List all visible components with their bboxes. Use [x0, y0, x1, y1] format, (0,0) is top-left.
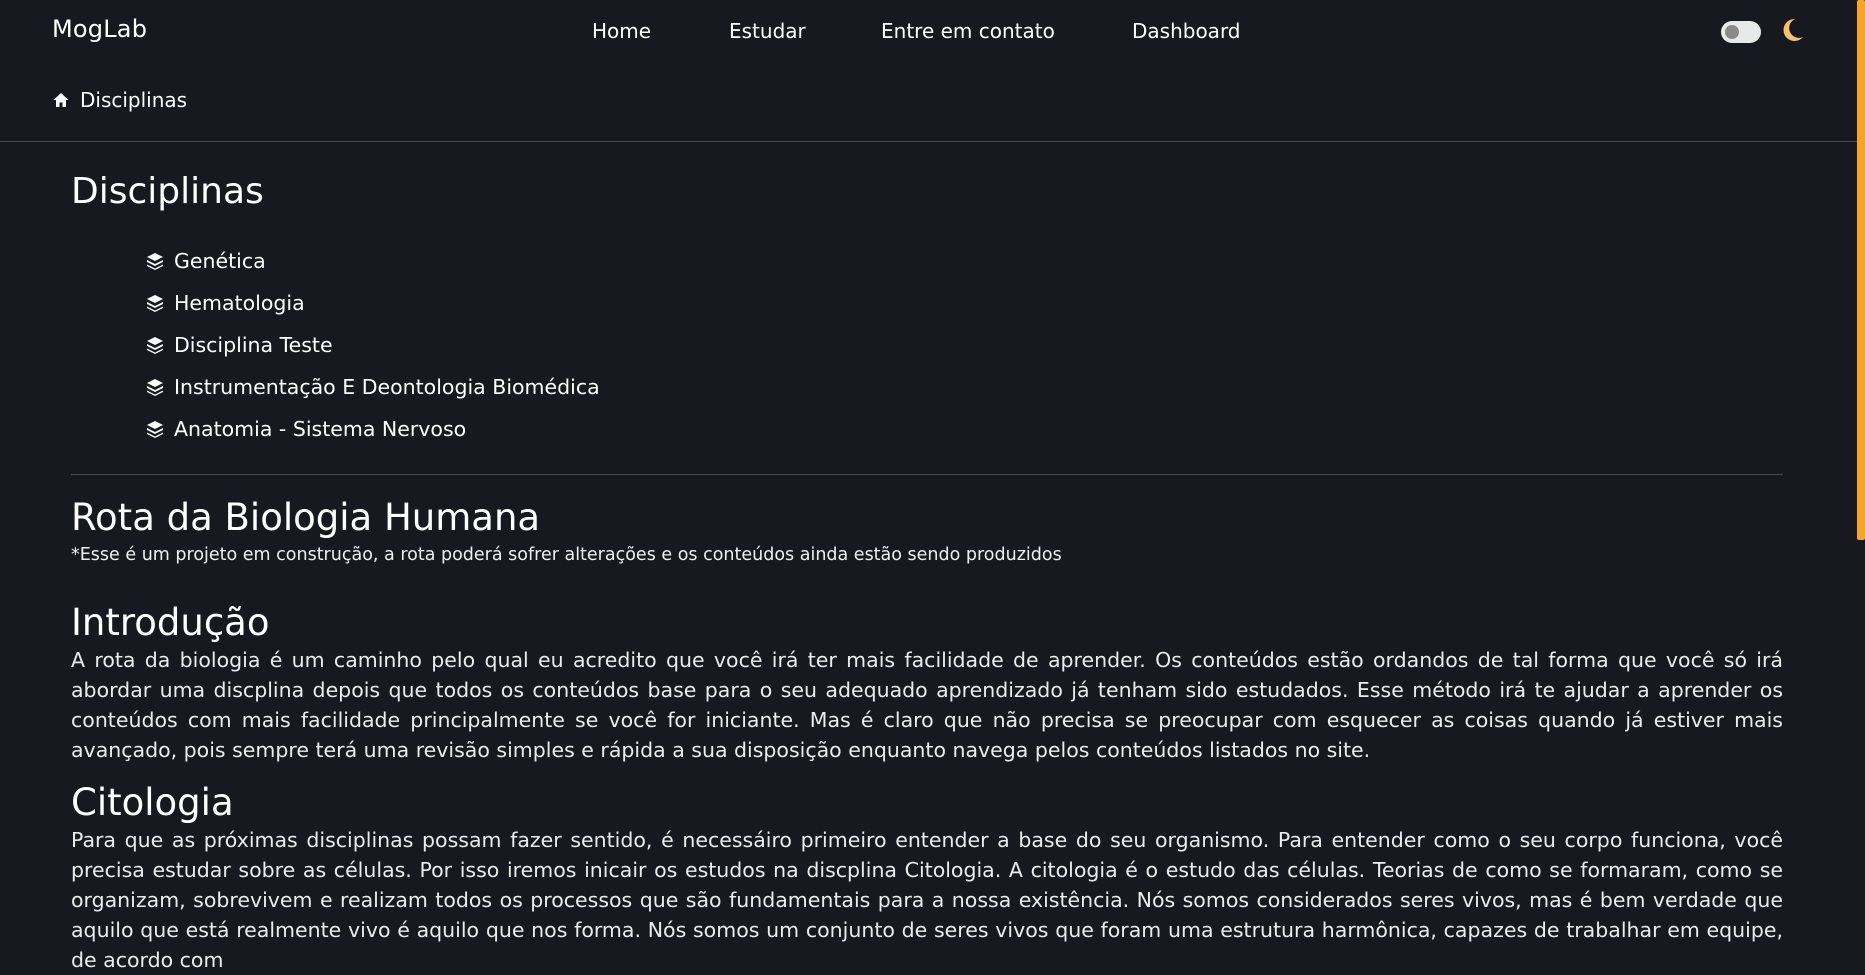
- disciplina-label: Instrumentação E Deontologia Biomédica: [174, 375, 600, 399]
- list-item[interactable]: Anatomia - Sistema Nervoso: [145, 408, 1783, 450]
- scrollbar-thumb[interactable]: [1857, 0, 1865, 540]
- nav-link-dashboard[interactable]: Dashboard: [1132, 19, 1241, 43]
- books-icon: [147, 379, 163, 396]
- rota-note: *Esse é um projeto em construção, a rota…: [71, 545, 1062, 565]
- list-item[interactable]: Hematologia: [145, 282, 1783, 324]
- breadcrumb-label[interactable]: Disciplinas: [80, 88, 187, 112]
- disciplina-label: Disciplina Teste: [174, 333, 333, 357]
- disciplina-label: Hematologia: [174, 291, 305, 315]
- list-item[interactable]: Genética: [145, 240, 1783, 282]
- theme-toggle[interactable]: [1721, 21, 1761, 43]
- breadcrumb: Disciplinas: [52, 88, 187, 112]
- section-divider: [71, 474, 1783, 475]
- introducao-title: Introdução: [71, 601, 270, 644]
- nav-link-estudar[interactable]: Estudar: [729, 19, 806, 43]
- books-icon: [147, 295, 163, 312]
- disciplina-label: Genética: [174, 249, 266, 273]
- books-icon: [147, 253, 163, 270]
- nav-link-home[interactable]: Home: [592, 19, 651, 43]
- list-item[interactable]: Instrumentação E Deontologia Biomédica: [145, 366, 1783, 408]
- moon-icon[interactable]: [1778, 16, 1806, 44]
- list-item[interactable]: Disciplina Teste: [145, 324, 1783, 366]
- disciplinas-title: Disciplinas: [71, 171, 264, 212]
- main-content: Disciplinas Genética Hematologia Discipl…: [71, 142, 1783, 975]
- home-icon[interactable]: [52, 91, 70, 109]
- citologia-title: Citologia: [71, 781, 234, 824]
- introducao-text: A rota da biologia é um caminho pelo qua…: [71, 648, 1783, 762]
- disciplinas-list: Genética Hematologia Disciplina Teste In…: [145, 240, 1783, 450]
- disciplina-label: Anatomia - Sistema Nervoso: [174, 417, 467, 441]
- nav-link-contato[interactable]: Entre em contato: [881, 19, 1055, 43]
- navbar: MogLab Home Estudar Entre em contato Das…: [0, 0, 1865, 64]
- citologia-text: Para que as próximas disciplinas possam …: [71, 828, 1783, 972]
- rota-title: Rota da Biologia Humana: [71, 496, 541, 539]
- books-icon: [147, 421, 163, 438]
- books-icon: [147, 337, 163, 354]
- brand-logo[interactable]: MogLab: [52, 15, 147, 43]
- toggle-knob: [1725, 25, 1739, 39]
